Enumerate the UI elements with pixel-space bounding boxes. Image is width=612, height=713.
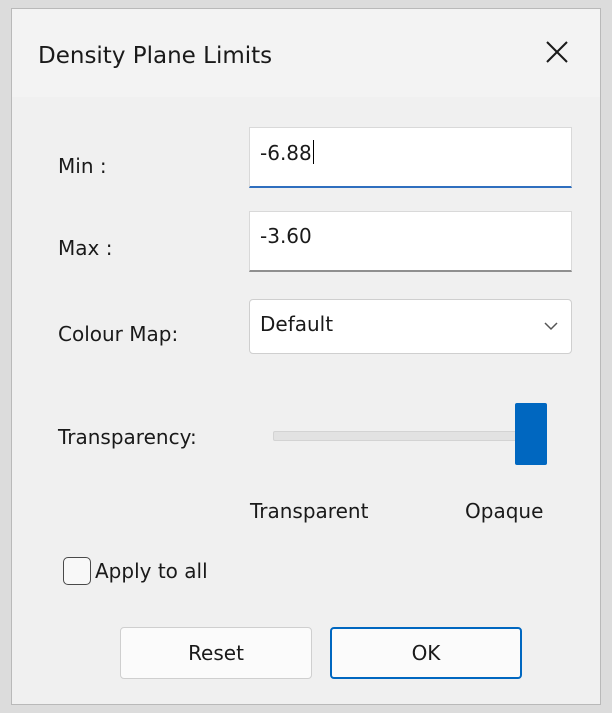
opaque-label: Opaque	[465, 499, 544, 523]
chevron-down-icon	[544, 322, 558, 331]
reset-button[interactable]: Reset	[120, 627, 312, 679]
close-icon[interactable]	[540, 35, 574, 69]
apply-to-all-label[interactable]: Apply to all	[95, 559, 208, 583]
title-bar: Density Plane Limits	[12, 9, 600, 97]
min-value: -6.88	[260, 141, 312, 165]
max-label: Max :	[58, 236, 113, 260]
max-value: -3.60	[260, 224, 312, 248]
density-plane-limits-dialog: Density Plane Limits Min : -6.88 Max : -…	[11, 8, 601, 705]
dialog-title: Density Plane Limits	[38, 43, 273, 69]
transparent-label: Transparent	[250, 499, 369, 523]
min-input[interactable]: -6.88	[249, 127, 572, 188]
transparency-slider-track[interactable]	[273, 431, 545, 441]
ok-button[interactable]: OK	[330, 627, 522, 679]
transparency-label: Transparency:	[58, 425, 197, 449]
colour-map-select[interactable]: Default	[249, 299, 572, 354]
colour-map-value: Default	[260, 312, 334, 336]
apply-to-all-checkbox[interactable]	[63, 557, 91, 585]
text-caret	[312, 140, 314, 164]
colour-map-label: Colour Map:	[58, 322, 179, 346]
min-label: Min :	[58, 154, 107, 178]
max-input[interactable]: -3.60	[249, 211, 572, 272]
transparency-slider-thumb[interactable]	[515, 403, 547, 465]
